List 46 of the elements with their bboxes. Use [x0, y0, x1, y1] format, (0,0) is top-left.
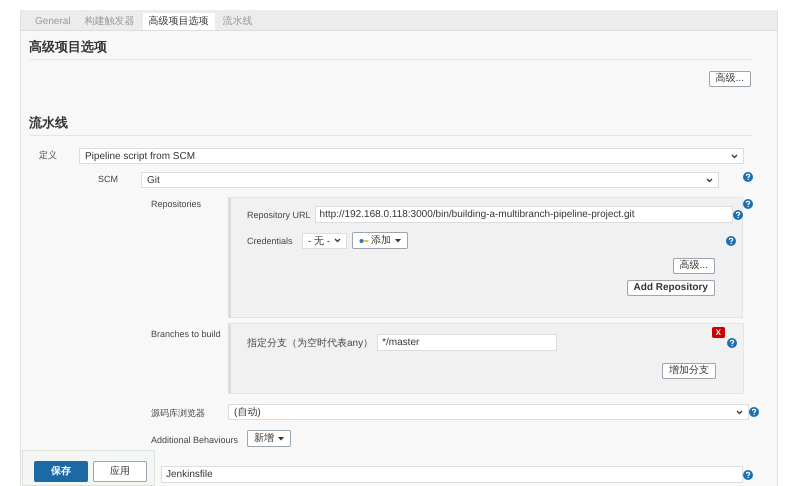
dropdown-value: Pipeline script from SCM [85, 150, 196, 162]
help-icon[interactable] [749, 407, 759, 417]
button[interactable]: 高级... [672, 258, 715, 274]
button[interactable]: 高级... [708, 71, 751, 87]
section-heading: 高级项目选项 [29, 31, 753, 60]
field-label: Repositories [151, 198, 202, 209]
button[interactable]: 应用 [93, 461, 147, 482]
chevron-icon [334, 238, 342, 243]
field-label: Repository URL [247, 210, 312, 220]
tab[interactable]: 高级项目选项 [142, 13, 215, 30]
field-label: 源码库浏览器 [151, 406, 206, 420]
dropdown[interactable]: Pipeline script from SCM [79, 148, 744, 164]
chevron-icon [731, 154, 738, 158]
help-icon[interactable] [743, 470, 753, 480]
help-icon[interactable] [727, 338, 737, 348]
dropdown-value: - 无 - [308, 234, 330, 248]
dropdown[interactable]: (自动) [228, 404, 749, 420]
help-icon[interactable] [743, 199, 753, 209]
button[interactable]: 保存 [34, 461, 88, 482]
help-icon[interactable] [726, 236, 736, 246]
field-label: 指定分支（为空时代表any） [247, 336, 374, 350]
button[interactable]: Add Repository [626, 280, 715, 296]
field-label: 定义 [38, 149, 58, 162]
field-label: Branches to build [151, 328, 222, 339]
field-label: SCM [98, 173, 119, 184]
field-label: Additional Behaviours [151, 434, 240, 444]
add-button[interactable]: 添加 [352, 232, 408, 249]
input-field[interactable]: */master [377, 334, 558, 351]
help-icon[interactable] [732, 210, 743, 220]
chevron-icon [736, 410, 743, 414]
button[interactable]: 增加分支 [662, 363, 716, 379]
caret-icon [278, 436, 284, 440]
help-icon[interactable] [743, 172, 753, 182]
add-button[interactable]: 新增 [247, 430, 292, 447]
input-field[interactable]: Jenkinsfile [161, 466, 743, 483]
dropdown-value: Git [147, 174, 160, 186]
dropdown[interactable]: - 无 - [302, 232, 348, 248]
caret-icon [395, 238, 402, 242]
dropdown[interactable]: Git [141, 172, 719, 188]
section-heading: 流水线 [29, 107, 753, 136]
field-label: Credentials [247, 236, 294, 246]
dropdown-value: (自动) [234, 406, 261, 419]
chevron-icon [706, 178, 713, 182]
input-field[interactable]: http://192.168.0.118:3000/bin/building-a-multibranch-pipeline-project.git [314, 206, 733, 223]
delete-button[interactable]: X [712, 327, 725, 338]
key-icon [359, 238, 370, 244]
